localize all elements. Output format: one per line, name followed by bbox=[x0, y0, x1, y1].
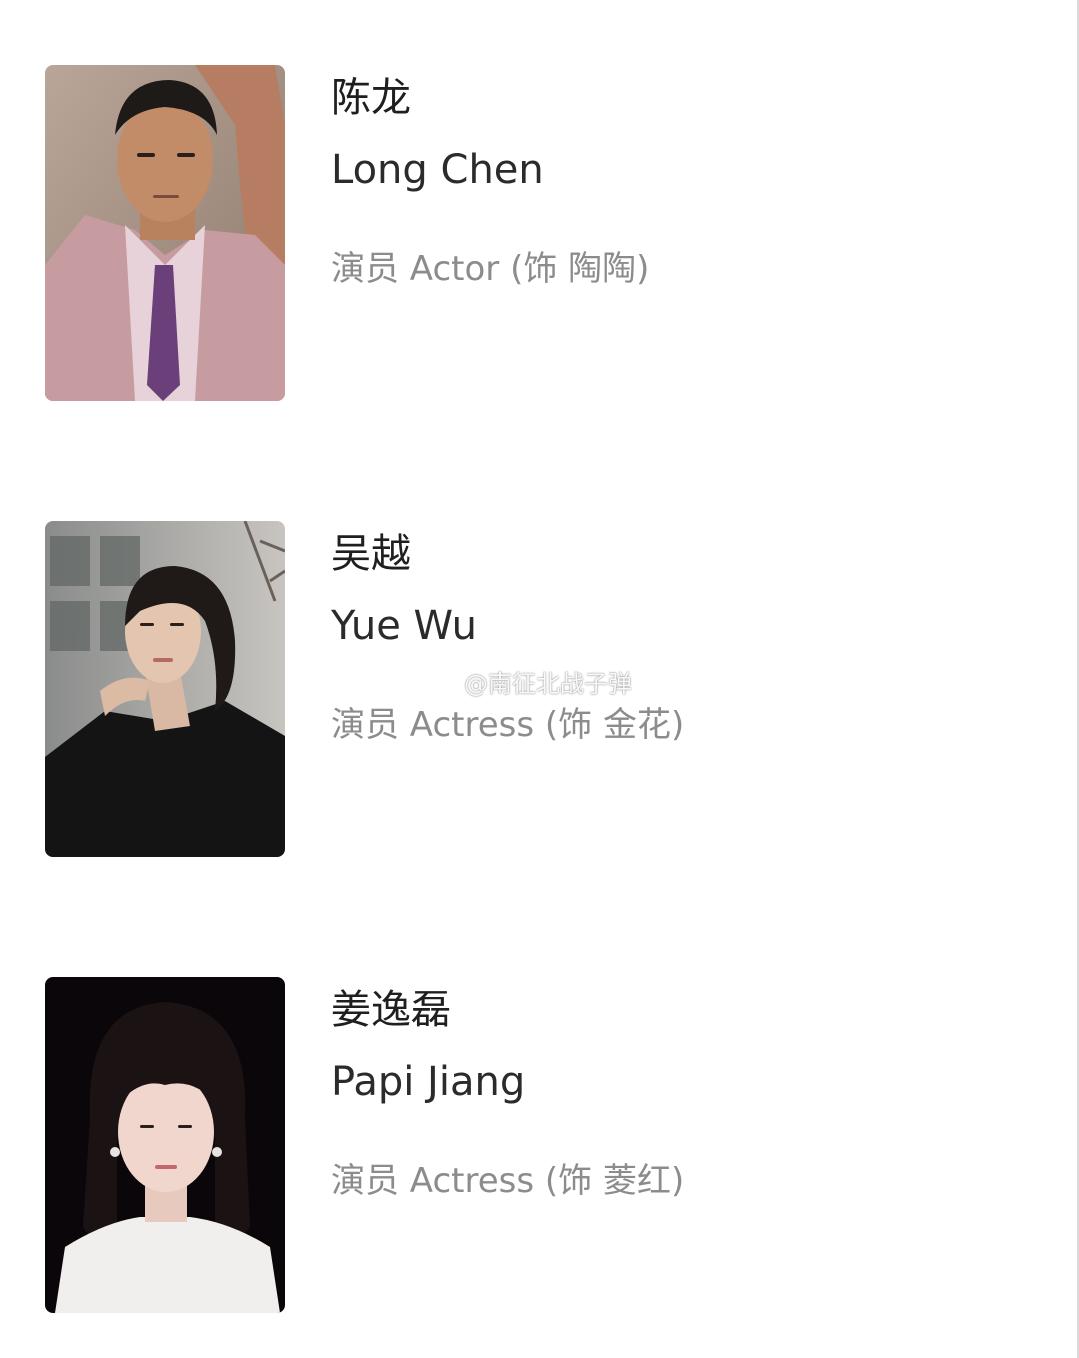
watermark-text: @南征北战子弹 bbox=[464, 669, 632, 698]
cast-name-chinese: 陈龙 bbox=[331, 75, 411, 121]
cast-name-english: Papi Jiang bbox=[331, 1059, 526, 1105]
cast-role: 演员 Actor (饰 陶陶) bbox=[331, 249, 650, 289]
cast-name-english: Long Chen bbox=[331, 147, 544, 193]
cast-item-papi-jiang[interactable]: 姜逸磊 Papi Jiang 演员 Actress (饰 菱红) bbox=[45, 977, 1025, 1313]
cast-item-long-chen[interactable]: 陈龙 Long Chen 演员 Actor (饰 陶陶) bbox=[45, 65, 1025, 401]
actor-photo[interactable] bbox=[45, 65, 285, 401]
cast-role: 演员 Actress (饰 金花) bbox=[331, 705, 685, 745]
actor-photo[interactable] bbox=[45, 521, 285, 857]
cast-role: 演员 Actress (饰 菱红) bbox=[331, 1161, 685, 1201]
cast-name-chinese: 吴越 bbox=[331, 531, 411, 577]
cast-name-english: Yue Wu bbox=[331, 603, 477, 649]
weibo-icon bbox=[421, 667, 460, 696]
cast-name-chinese: 姜逸磊 bbox=[331, 987, 451, 1033]
actor-photo[interactable] bbox=[45, 977, 285, 1313]
watermark: @南征北战子弹 bbox=[420, 664, 632, 698]
